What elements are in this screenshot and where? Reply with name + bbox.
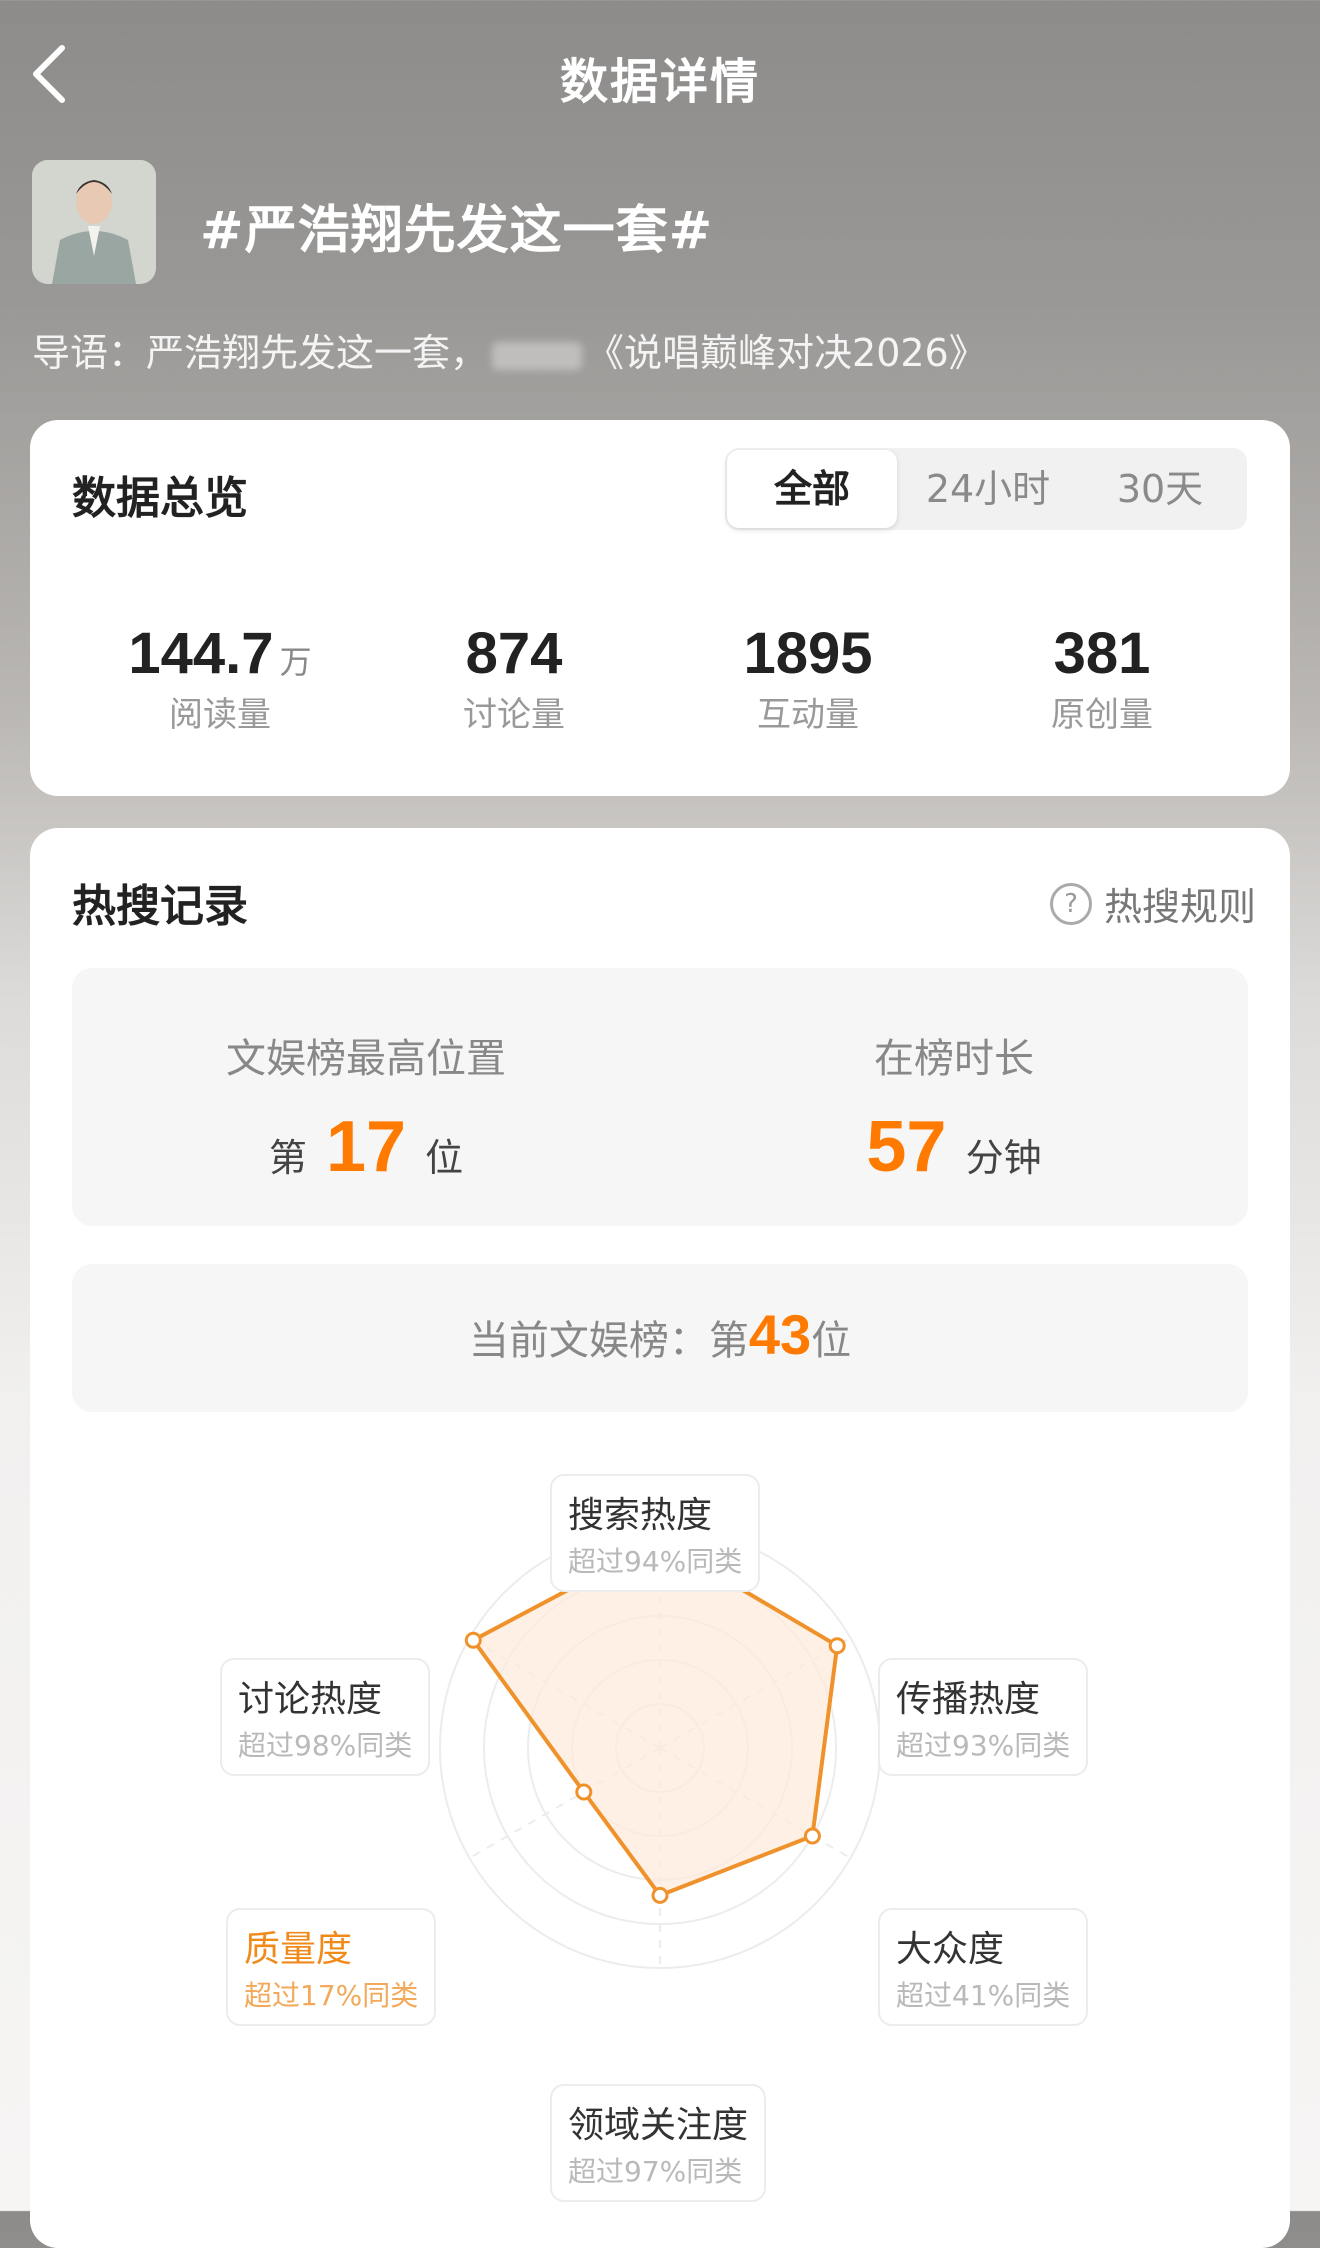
radar-area — [471, 1539, 840, 1898]
radar-axis-desc: 超过94%同类 — [568, 1545, 743, 1578]
rules-label: 热搜规则 — [1103, 885, 1256, 929]
radar-point — [575, 1783, 593, 1801]
current-rank-line: 当前文娱榜：第43位 — [72, 1302, 1248, 1367]
rank-summary: 文娱榜最高位置 第 17 位 在榜时长 57 分钟 — [72, 968, 1248, 1226]
current-label: 当前文娱榜：第 — [468, 1318, 749, 1364]
radar-axis-name: 大众度 — [896, 1929, 1005, 1970]
current-value: 43 — [748, 1303, 812, 1366]
page-title: 数据详情 — [559, 54, 760, 110]
radar-point — [803, 1827, 821, 1845]
stat-value: 1895 — [743, 621, 873, 686]
radar-label-popularity: 大众度 超过41%同类 — [878, 1908, 1089, 2026]
radar-point — [651, 1886, 669, 1904]
overview-title: 数据总览 — [72, 473, 248, 524]
radar-axis-desc: 超过98%同类 — [238, 1729, 413, 1762]
stat-interactions: 1895 互动量 — [658, 620, 958, 736]
radar-label-spread: 传播热度 超过93%同类 — [878, 1658, 1089, 1776]
peak-label: 文娱榜最高位置 — [226, 1036, 506, 1082]
overview-card: 数据总览 全部 24小时 30天 144.7 万 阅读量 874 讨论量 1895… — [30, 420, 1290, 796]
peak-rank: 第 17 位 — [72, 1106, 660, 1188]
stat-label: 互动量 — [757, 695, 859, 735]
radar-axis-name: 领域关注度 — [568, 2105, 749, 2146]
tab-all[interactable]: 全部 — [727, 450, 897, 528]
radar-label-discussion: 讨论热度 超过98%同类 — [220, 1658, 431, 1776]
avatar — [32, 160, 156, 284]
stat-originals: 381 原创量 — [952, 620, 1252, 736]
radar-axis-name: 传播热度 — [896, 1679, 1041, 1720]
stat-value: 144.7 — [128, 621, 274, 686]
duration-value: 57 — [866, 1107, 947, 1187]
redacted-text — [492, 341, 583, 370]
hotsearch-title: 热搜记录 — [72, 881, 248, 932]
radar-axis-desc: 超过97%同类 — [568, 2155, 743, 2188]
stat-value: 381 — [1053, 621, 1151, 686]
topic-title: #严浩翔先发这一套# — [200, 201, 714, 261]
time-range-tabs: 全部 24小时 30天 — [725, 448, 1247, 530]
tab-30d[interactable]: 30天 — [1075, 448, 1245, 530]
duration-label: 在榜时长 — [874, 1036, 1034, 1082]
tab-24h[interactable]: 24小时 — [903, 448, 1073, 530]
radar-axis-desc: 超过93%同类 — [896, 1729, 1071, 1762]
radar-label-search: 搜索热度 超过94%同类 — [550, 1474, 761, 1592]
intro-prefix: 导语：严浩翔先发这一套， — [32, 331, 489, 375]
radar-axis-name: 质量度 — [244, 1929, 353, 1970]
stat-label: 讨论量 — [463, 695, 565, 735]
current-suffix: 位 — [811, 1318, 852, 1364]
radar-axis-desc: 超过17%同类 — [244, 1979, 419, 2012]
stat-unit: 万 — [279, 643, 312, 681]
hotsearch-card: 热搜记录 ? 热搜规则 文娱榜最高位置 第 17 位 在榜时长 57 分钟 当前… — [30, 828, 1290, 2248]
stat-discussions: 874 讨论量 — [364, 620, 664, 736]
radar-axis-name: 搜索热度 — [568, 1495, 713, 1536]
radar-label-quality: 质量度 超过17%同类 — [226, 1908, 437, 2026]
radar-axis-name: 讨论热度 — [238, 1679, 383, 1720]
peak-value: 17 — [325, 1107, 407, 1187]
duration-unit: 分钟 — [965, 1136, 1042, 1180]
stat-label: 原创量 — [1051, 695, 1153, 735]
question-circle-icon: ? — [1049, 882, 1092, 925]
peak-prefix: 第 — [268, 1136, 307, 1180]
intro-suffix: 《说唱巅峰对决2026》 — [586, 331, 987, 375]
radar-label-domain: 领域关注度 超过97%同类 — [550, 2084, 767, 2202]
rules-link[interactable]: ? 热搜规则 — [1049, 876, 1256, 931]
radar-point — [464, 1631, 482, 1649]
stat-label: 阅读量 — [169, 695, 271, 735]
stat-value: 874 — [465, 621, 563, 686]
topic-intro: 导语：严浩翔先发这一套， 《说唱巅峰对决2026》 — [32, 322, 987, 377]
current-rank: 当前文娱榜：第43位 — [72, 1264, 1248, 1412]
duration: 57 分钟 — [660, 1106, 1248, 1188]
peak-suffix: 位 — [425, 1136, 464, 1180]
radar-point — [828, 1637, 846, 1655]
radar-axis-desc: 超过41%同类 — [896, 1979, 1071, 2012]
stat-reads: 144.7 万 阅读量 — [70, 620, 370, 736]
